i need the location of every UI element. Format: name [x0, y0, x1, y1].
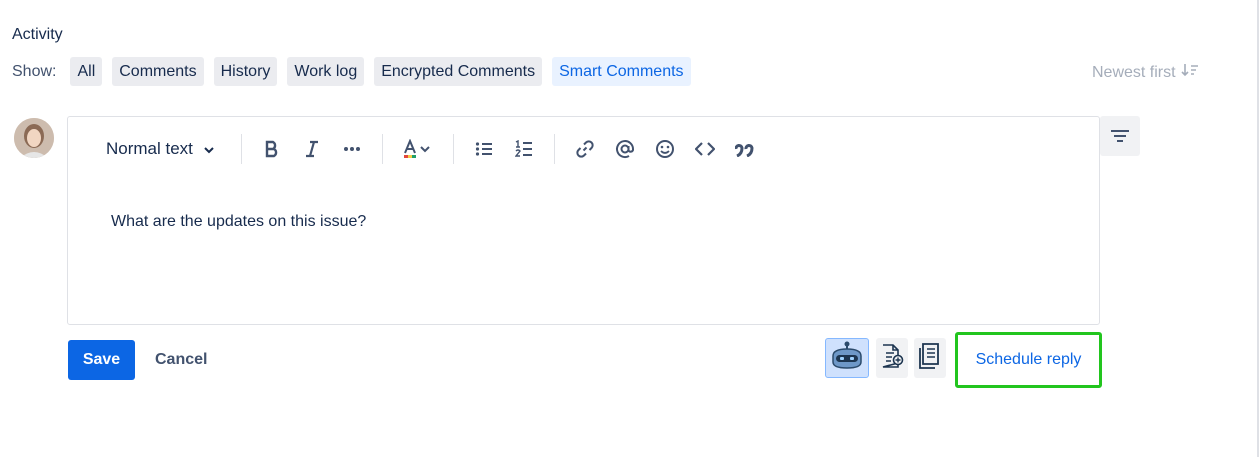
- filter-all[interactable]: All: [70, 57, 103, 86]
- document-add-icon: [880, 343, 904, 374]
- sort-order-button[interactable]: Newest first: [1092, 62, 1199, 83]
- text-style-dropdown[interactable]: Normal text: [90, 131, 231, 167]
- schedule-reply-button[interactable]: Schedule reply: [955, 332, 1102, 388]
- filter-history[interactable]: History: [213, 57, 278, 86]
- emoji-icon[interactable]: [645, 131, 685, 167]
- text-style-label: Normal text: [106, 139, 193, 158]
- cancel-button[interactable]: Cancel: [145, 340, 217, 380]
- filter-smart-comments[interactable]: Smart Comments: [552, 57, 691, 86]
- text-color-icon[interactable]: [393, 131, 443, 167]
- chevron-down-icon: [203, 139, 215, 159]
- avatar: [14, 118, 54, 158]
- activity-filter-bar: Show: All Comments History Work log Encr…: [12, 57, 701, 86]
- numbered-list-icon[interactable]: [504, 131, 544, 167]
- bold-icon[interactable]: [252, 131, 292, 167]
- toolbar-divider: [553, 134, 555, 164]
- filter-work-log[interactable]: Work log: [287, 57, 365, 86]
- code-icon[interactable]: [685, 131, 725, 167]
- comment-text[interactable]: What are the updates on this issue?: [111, 213, 366, 231]
- toolbar-divider: [452, 134, 454, 164]
- filter-encrypted-comments[interactable]: Encrypted Comments: [374, 57, 543, 86]
- show-label: Show:: [12, 62, 57, 80]
- filter-comments[interactable]: Comments: [112, 57, 204, 86]
- sort-descending-icon: [1181, 62, 1199, 83]
- sort-label: Newest first: [1092, 63, 1176, 81]
- quote-icon[interactable]: [725, 131, 765, 167]
- comment-editor[interactable]: Normal text What are the updates on this…: [67, 116, 1100, 325]
- filter-icon[interactable]: [1100, 116, 1140, 156]
- toolbar-divider: [381, 134, 383, 164]
- editor-toolbar: Normal text: [90, 131, 765, 167]
- mention-icon[interactable]: [605, 131, 645, 167]
- copy-document-icon: [918, 342, 942, 375]
- italic-icon[interactable]: [292, 131, 332, 167]
- save-button[interactable]: Save: [68, 340, 135, 380]
- robot-icon: [830, 341, 864, 376]
- add-document-button[interactable]: [876, 338, 908, 378]
- ai-assistant-button[interactable]: [825, 338, 869, 378]
- toolbar-divider: [240, 134, 242, 164]
- templates-button[interactable]: [914, 338, 946, 378]
- more-icon[interactable]: [332, 131, 372, 167]
- bullet-list-icon[interactable]: [464, 131, 504, 167]
- link-icon[interactable]: [565, 131, 605, 167]
- activity-title: Activity: [12, 26, 63, 43]
